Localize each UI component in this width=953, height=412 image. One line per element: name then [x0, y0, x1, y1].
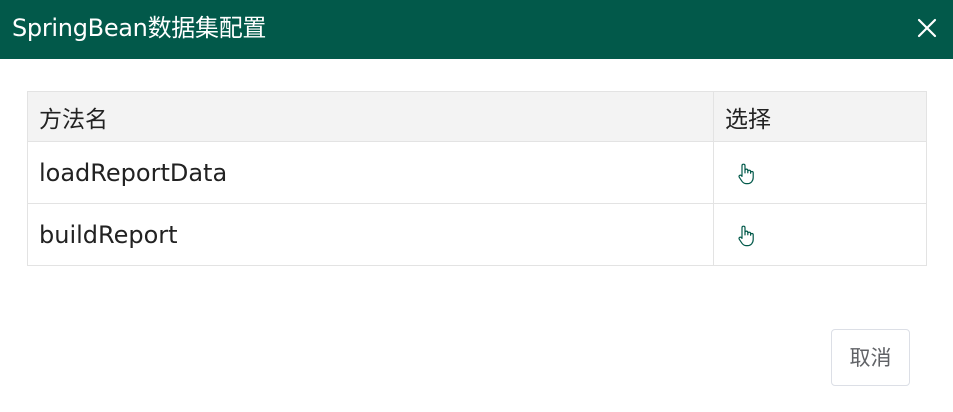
hand-pointer-icon[interactable]	[736, 224, 756, 248]
close-icon[interactable]	[913, 14, 941, 42]
dialog-title: SpringBean数据集配置	[12, 14, 267, 42]
method-table: 方法名 选择 loadReportData buildReport	[27, 91, 927, 266]
table-row: loadReportData	[27, 141, 927, 204]
cancel-button[interactable]: 取消	[831, 329, 910, 386]
table-header-row: 方法名 选择	[27, 91, 927, 142]
column-header-select: 选择	[713, 91, 927, 142]
dialog-header: SpringBean数据集配置	[0, 0, 953, 59]
hand-pointer-icon[interactable]	[736, 162, 756, 186]
select-cell	[713, 141, 927, 204]
column-header-method-name: 方法名	[27, 91, 714, 142]
method-name-cell: buildReport	[27, 203, 714, 266]
method-table-container: 方法名 选择 loadReportData buildReport	[27, 91, 927, 266]
method-name-cell: loadReportData	[27, 141, 714, 204]
table-row: buildReport	[27, 203, 927, 266]
select-cell	[713, 203, 927, 266]
springbean-dataset-dialog: SpringBean数据集配置 方法名 选择 loadReportData bu…	[0, 0, 953, 412]
